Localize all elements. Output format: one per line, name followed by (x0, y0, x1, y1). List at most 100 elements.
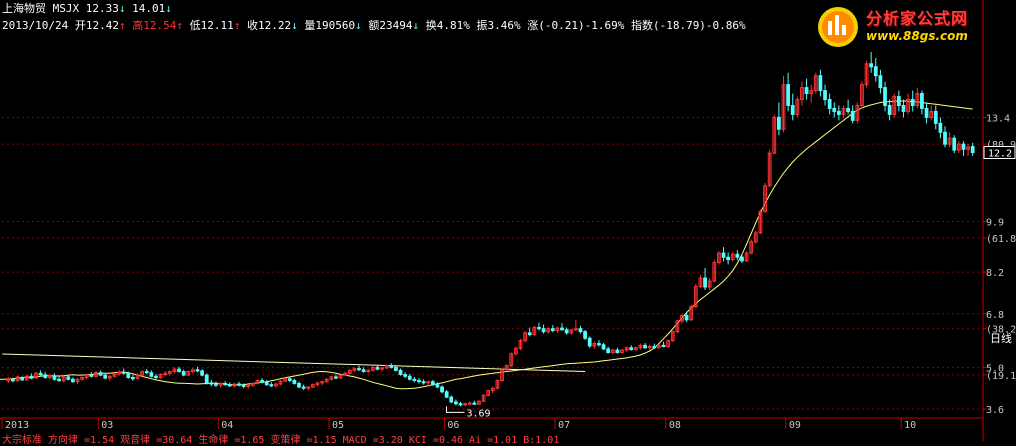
candle-body (71, 378, 75, 383)
candle (956, 141, 961, 154)
candle-body (920, 93, 924, 109)
candle (804, 78, 809, 100)
candle (149, 370, 154, 378)
candle-body (661, 344, 666, 348)
candle (758, 209, 763, 235)
candle-body (394, 366, 398, 371)
candle (121, 368, 126, 375)
candle (454, 399, 458, 406)
candle-body (449, 396, 454, 403)
turnover-value: 4.81% (436, 19, 470, 32)
candle-layer (6, 51, 975, 407)
candle (693, 284, 698, 308)
candle-body (52, 375, 57, 380)
candle (223, 381, 228, 386)
candle-body (832, 107, 837, 112)
x-tick-label: 10 (904, 420, 916, 431)
candle-body (407, 375, 412, 380)
candle (873, 57, 878, 82)
candle (269, 382, 274, 388)
candle (647, 344, 652, 351)
candle-body (467, 402, 472, 405)
candle (786, 72, 791, 112)
candle (910, 90, 915, 112)
candle-body (910, 99, 915, 106)
candle-body (297, 382, 301, 388)
candle (209, 379, 214, 387)
candle (675, 319, 680, 334)
candle (80, 376, 85, 381)
candle (970, 142, 975, 156)
y-tick-label: (19.1% (986, 371, 1016, 382)
candle (232, 382, 237, 388)
candlestick-chart: 13.4(80.9%9.9(61.8%8.26.8(38.2%5.0(19.1%… (0, 0, 1016, 441)
candle-body (943, 131, 947, 145)
quote-date: 2013/10/24 (2, 19, 69, 32)
candle (15, 375, 20, 382)
candle (24, 374, 29, 381)
candle-body (121, 371, 126, 374)
candle-body (20, 377, 25, 381)
candle-body (629, 347, 634, 351)
candle-body (200, 370, 204, 376)
y-tick-label: 8.2 (986, 268, 1004, 279)
watermark-title: 分析家公式网 (866, 9, 969, 28)
y-tick-label: 3.6 (986, 405, 1004, 416)
candle (444, 390, 449, 399)
down-arrow-icon: ↓ (355, 19, 362, 32)
candle (550, 325, 555, 333)
grid-layer (2, 116, 983, 410)
close-value: 12.22 (257, 19, 292, 32)
candle (361, 367, 366, 373)
candle (154, 373, 158, 380)
candle (477, 400, 481, 405)
indicator-strip: 大宗标准 方向律 =1.54 观音律 =30.64 生命律 =1.65 变策律 … (2, 435, 560, 446)
candle (292, 378, 297, 385)
candle (366, 368, 371, 374)
candle (486, 389, 491, 397)
candle (772, 114, 777, 155)
candle (560, 323, 564, 331)
ma-layer (0, 100, 973, 390)
candle (633, 346, 638, 352)
candle (89, 372, 94, 378)
candle-body (264, 381, 269, 386)
candle-body (961, 143, 966, 150)
candle-body (541, 328, 546, 333)
candle (172, 367, 177, 374)
candle-body (846, 107, 850, 112)
chart-logo-icon (818, 7, 858, 47)
candle (717, 251, 721, 265)
period-label[interactable]: 日线 (990, 330, 1012, 346)
candle (495, 379, 500, 390)
candle-body (177, 368, 181, 373)
candle-body (421, 381, 426, 384)
candle (509, 352, 514, 368)
candle-body (260, 379, 264, 383)
candle (896, 90, 901, 112)
candle (380, 366, 384, 372)
candle (832, 102, 837, 118)
candle-body (887, 104, 892, 115)
candle-body (550, 328, 555, 331)
candle (860, 81, 864, 109)
candle (818, 69, 823, 97)
candle (823, 84, 827, 106)
candle-body (223, 382, 228, 386)
candle (440, 385, 444, 394)
candle (610, 348, 615, 355)
x-tick-label: 07 (558, 420, 570, 431)
candle-body (214, 383, 218, 386)
candle (707, 278, 712, 290)
candle (855, 102, 860, 124)
candle (730, 251, 735, 262)
candle (790, 93, 795, 121)
candle (352, 367, 357, 373)
candle-body (398, 369, 403, 376)
candle (629, 345, 634, 351)
candle (689, 304, 694, 321)
candle (740, 253, 744, 264)
candle-body (726, 256, 731, 261)
candle (781, 75, 786, 133)
candle (490, 386, 495, 394)
